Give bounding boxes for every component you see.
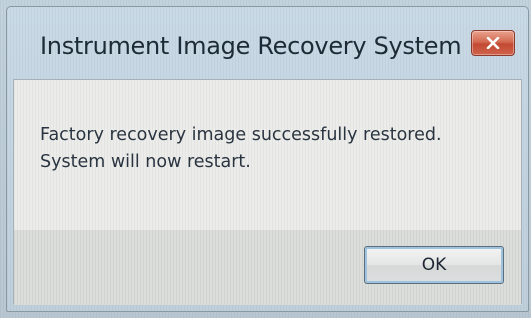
message-line-2: System will now restart. [40,152,251,172]
recovery-dialog: Instrument Image Recovery System Factory… [6,6,529,312]
dialog-message: Factory recovery image successfully rest… [40,122,442,176]
dialog-titlebar[interactable]: Instrument Image Recovery System [7,7,528,79]
dialog-button-area: OK [14,230,521,305]
dialog-title: Instrument Image Recovery System [40,32,462,60]
close-icon [472,31,514,55]
ok-button[interactable]: OK [364,246,504,284]
ok-button-label: OK [421,255,447,275]
close-button[interactable] [471,30,515,56]
message-line-1: Factory recovery image successfully rest… [40,125,442,145]
dialog-body: Factory recovery image successfully rest… [13,79,522,305]
